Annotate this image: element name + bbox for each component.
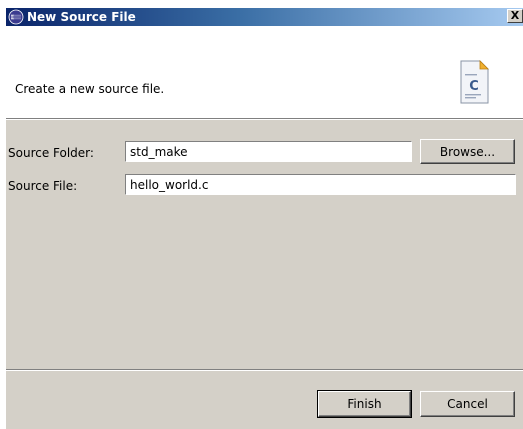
title-bar[interactable]: New Source File X	[6, 8, 523, 26]
new-source-file-dialog: New Source File X Create a new source fi…	[6, 8, 523, 429]
browse-button[interactable]: Browse...	[420, 139, 515, 164]
source-file-input[interactable]	[125, 174, 516, 195]
wizard-description: Create a new source file.	[15, 82, 165, 96]
wizard-header: Create a new source file. C	[6, 26, 523, 118]
footer-separator	[6, 369, 523, 371]
c-letter: C	[469, 79, 479, 94]
cancel-button[interactable]: Cancel	[420, 391, 515, 417]
eclipse-icon	[8, 9, 24, 25]
window-title: New Source File	[27, 10, 136, 24]
c-source-file-icon: C	[452, 57, 496, 107]
finish-button[interactable]: Finish	[317, 390, 412, 418]
source-folder-label: Source Folder:	[8, 146, 94, 160]
source-file-label: Source File:	[8, 179, 78, 193]
header-separator	[6, 118, 523, 120]
source-folder-input[interactable]	[125, 141, 412, 162]
close-button[interactable]: X	[507, 9, 523, 23]
